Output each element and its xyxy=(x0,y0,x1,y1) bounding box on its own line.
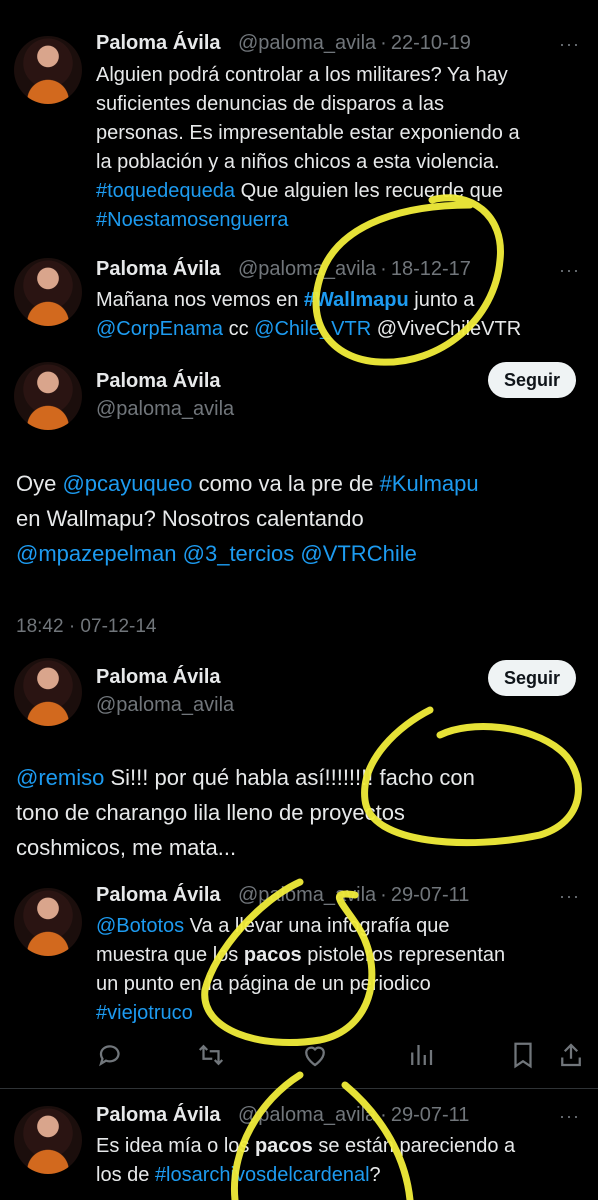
tweet-6[interactable]: Paloma Ávila @paloma_avila · 29-07-11 ··· … xyxy=(0,1090,598,1200)
tweet-line: Alguien podrá controlar a los militares?… xyxy=(96,64,508,86)
tweet-text: Mañana nos vemos en #Wallmapu junto a @C… xyxy=(96,286,586,344)
mention-link[interactable]: @pcayuqueo xyxy=(62,471,192,496)
author-handle[interactable]: @paloma_avila xyxy=(238,1104,376,1126)
tweet-text: @remiso Si!!! por qué habla así!!!!!!!! … xyxy=(16,760,586,865)
action-bar xyxy=(0,1040,598,1070)
tweet-line: pistoleros representan xyxy=(301,944,506,966)
mention-link[interactable]: @3_tercios xyxy=(177,541,295,566)
views-icon[interactable] xyxy=(406,1040,436,1070)
tweet-date[interactable]: 22-10-19 xyxy=(391,32,471,54)
hashtag-link[interactable]: #toquedequeda xyxy=(96,180,235,202)
tweet-line: coshmicos, me mata... xyxy=(16,835,237,860)
author-handle-date: @paloma_avila · 29-07-11 xyxy=(238,1104,470,1126)
tweet-1[interactable]: Paloma Ávila @paloma_avila · 22-10-19 ··· … xyxy=(0,0,598,250)
hashtag-link[interactable]: #Noestamosenguerra xyxy=(96,209,288,231)
tweet-line: Es idea mía o los xyxy=(96,1135,255,1157)
tweet-5[interactable]: Paloma Ávila @paloma_avila · 29-07-11 ··· … xyxy=(0,880,598,1085)
divider xyxy=(0,1088,598,1089)
hashtag-link[interactable]: #losarchivosdelcardenal xyxy=(155,1164,370,1186)
tweet-line: se están pareciendo a xyxy=(312,1135,516,1157)
author-name[interactable]: Paloma Ávila xyxy=(96,370,221,393)
more-icon[interactable]: ··· xyxy=(559,886,580,907)
author-handle-date: @paloma_avila · 22-10-19 xyxy=(238,32,471,54)
more-icon[interactable]: ··· xyxy=(559,1106,580,1127)
tweet-text: Oye @pcayuqueo como va la pre de #Kulmap… xyxy=(16,466,586,571)
tweet-line: Que alguien les recuerde que xyxy=(235,180,504,202)
tweet-line: Mañana nos vemos en xyxy=(96,289,304,311)
tweet-line: la población y a niños chicos a esta vio… xyxy=(96,151,500,173)
author-name[interactable]: Paloma Ávila xyxy=(96,1104,221,1127)
author-handle[interactable]: @paloma_avila xyxy=(238,32,376,54)
tweet-date[interactable]: 18-12-17 xyxy=(391,258,471,280)
mention-link[interactable]: @VTRChile xyxy=(294,541,416,566)
mention-link[interactable]: @ViveChileVTR xyxy=(371,318,521,340)
mention-link[interactable]: @Bototos xyxy=(96,915,184,937)
tweet-line: cc xyxy=(223,318,255,340)
reply-icon[interactable] xyxy=(96,1040,126,1070)
tweet-line: los de xyxy=(96,1164,155,1186)
mention-link[interactable]: @remiso xyxy=(16,765,104,790)
author-handle-date: @paloma_avila · 18-12-17 xyxy=(238,258,471,280)
hashtag-link[interactable]: #Kulmapu xyxy=(380,471,479,496)
tweet-line: Va a llevar una infografía que xyxy=(184,915,450,937)
tweet-text: @Bototos Va a llevar una infografía que … xyxy=(96,912,586,1028)
author-name[interactable]: Paloma Ávila xyxy=(96,884,221,907)
tweet-3[interactable]: Paloma Ávila @paloma_avila Seguir Oye @p… xyxy=(0,350,598,650)
follow-button[interactable]: Seguir xyxy=(488,362,576,398)
bold-term: pacos xyxy=(243,944,302,966)
tweet-line: personas. Es impresentable estar exponie… xyxy=(96,122,520,144)
avatar[interactable] xyxy=(14,36,82,104)
tweet-line: un punto en la página de un periodico xyxy=(96,973,431,995)
tweet-timestamp[interactable]: 18:42 · 07-12-14 xyxy=(16,616,157,638)
bold-term: pacos xyxy=(254,1135,313,1157)
mention-link[interactable]: @CorpEnama xyxy=(96,318,223,340)
tweet-text: Alguien podrá controlar a los militares?… xyxy=(96,61,586,235)
avatar[interactable] xyxy=(14,258,82,326)
follow-button[interactable]: Seguir xyxy=(488,660,576,696)
author-name[interactable]: Paloma Ávila xyxy=(96,32,221,55)
author-handle[interactable]: @paloma_avila xyxy=(96,694,234,717)
tweet-date[interactable]: 29-07-11 xyxy=(391,1104,470,1126)
tweet-line: junto a xyxy=(408,289,475,311)
avatar[interactable] xyxy=(14,658,82,726)
author-handle[interactable]: @paloma_avila xyxy=(238,258,376,280)
like-icon[interactable] xyxy=(300,1040,330,1070)
hashtag-link[interactable]: #viejotruco xyxy=(96,1002,193,1024)
avatar[interactable] xyxy=(14,888,82,956)
author-name[interactable]: Paloma Ávila xyxy=(96,258,221,281)
avatar[interactable] xyxy=(14,362,82,430)
author-handle[interactable]: @paloma_avila xyxy=(238,884,376,906)
retweet-icon[interactable] xyxy=(196,1040,226,1070)
tweet-line: como va la pre de xyxy=(192,471,380,496)
mention-link[interactable]: @mpazepelman xyxy=(16,541,177,566)
hashtag-link[interactable]: #Wallmapu xyxy=(304,289,409,311)
tweet-text: Es idea mía o los pacos se están parecie… xyxy=(96,1132,586,1190)
more-icon[interactable]: ··· xyxy=(559,260,580,281)
more-icon[interactable]: ··· xyxy=(559,34,580,55)
share-icon[interactable] xyxy=(556,1040,586,1070)
tweet-line: Oye xyxy=(16,471,63,496)
avatar[interactable] xyxy=(14,1106,82,1174)
author-name[interactable]: Paloma Ávila xyxy=(96,666,221,689)
author-handle-date: @paloma_avila · 29-07-11 xyxy=(238,884,470,906)
tweet-line: suficientes denuncias de disparos a las xyxy=(96,93,444,115)
bookmark-icon[interactable] xyxy=(508,1040,538,1070)
tweet-line: Si!!! por qué habla así!!!!!!!! facho co… xyxy=(104,765,475,790)
tweet-line: ? xyxy=(369,1164,381,1186)
tweet-date[interactable]: 29-07-11 xyxy=(391,884,470,906)
author-handle[interactable]: @paloma_avila xyxy=(96,398,234,421)
mention-link[interactable]: @Chile_VTR xyxy=(254,318,371,340)
tweet-line: tono de charango lila lleno de proyectos xyxy=(16,800,405,825)
tweet-line: en Wallmapu? Nosotros calentando xyxy=(16,506,364,531)
tweet-line: muestra que los xyxy=(96,944,244,966)
tweet-2[interactable]: Paloma Ávila @paloma_avila · 18-12-17 ··· … xyxy=(0,250,598,350)
tweet-4[interactable]: Paloma Ávila @paloma_avila Seguir @remis… xyxy=(0,650,598,880)
